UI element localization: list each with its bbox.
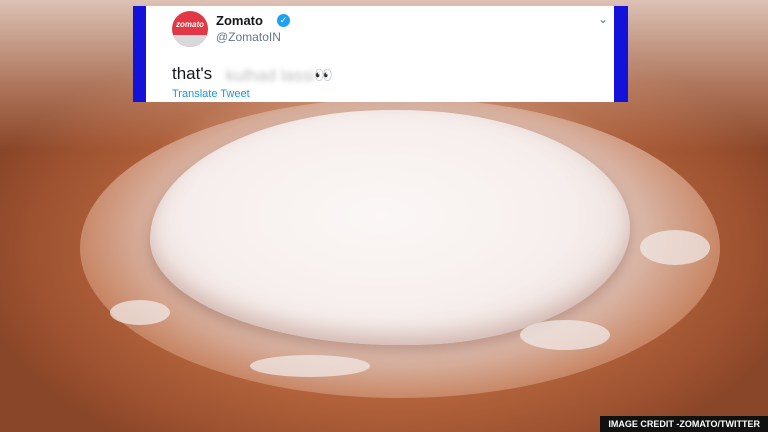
account-handle[interactable]: @ZomatoIN — [216, 30, 281, 44]
tweet-card: zomato Zomato ✓ @ZomatoIN ⌄ that's kulha… — [133, 6, 628, 102]
chevron-down-icon[interactable]: ⌄ — [598, 12, 608, 26]
account-name[interactable]: Zomato — [216, 13, 263, 28]
frost-patch — [640, 230, 710, 265]
image-credit: IMAGE CREDIT -ZOMATO/TWITTER — [600, 416, 768, 432]
translate-tweet-link[interactable]: Translate Tweet — [172, 88, 250, 100]
verified-badge-icon: ✓ — [277, 14, 290, 27]
eyes-emoji: 👀 — [314, 67, 333, 84]
tweet-text: that's — [172, 64, 213, 83]
tweet-blurred-text: kulhad lassi — [226, 66, 315, 85]
avatar[interactable]: zomato — [172, 11, 208, 47]
frost-patch — [110, 300, 170, 325]
avatar-logo-text: zomato — [176, 20, 204, 29]
frost-patch — [250, 355, 370, 377]
avatar-base — [172, 35, 208, 47]
frost-patch — [520, 320, 610, 350]
